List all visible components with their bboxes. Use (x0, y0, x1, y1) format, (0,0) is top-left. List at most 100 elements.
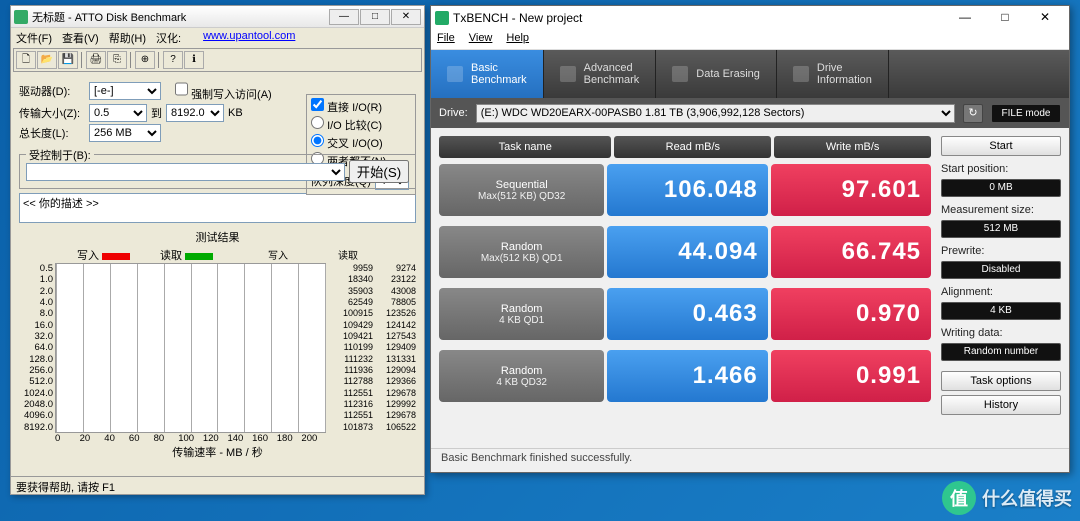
task-name: Random4 KB QD32 (439, 350, 604, 402)
tb-open-icon[interactable]: 📂 (37, 51, 57, 69)
atto-app-icon (14, 10, 28, 24)
result-row: RandomMax(512 KB) QD144.09466.745 (439, 226, 931, 278)
tb-help-icon[interactable]: ? (163, 51, 183, 69)
drive-label: Drive: (439, 107, 468, 119)
controlled-select[interactable] (26, 163, 345, 181)
tb-about-icon[interactable]: ℹ (184, 51, 204, 69)
tx-menu-view[interactable]: View (469, 32, 493, 47)
xfer-to-select[interactable]: 8192.0 (166, 104, 224, 122)
disk-icon (793, 66, 809, 82)
write-value: 0.991 (771, 350, 931, 402)
tx-menubar: File View Help (431, 30, 1069, 50)
write-value: 66.745 (771, 226, 931, 278)
total-len-select[interactable]: 256 MB (89, 124, 161, 142)
tb-start-icon[interactable]: ⊕ (135, 51, 155, 69)
write-value: 0.970 (771, 288, 931, 340)
direct-io-checkbox[interactable] (311, 98, 324, 111)
tx-min-button[interactable]: — (945, 7, 985, 29)
tx-results-table: Task name Read mB/s Write mB/s Sequentia… (439, 136, 931, 440)
results-title: 测试结果 (19, 229, 416, 245)
wdata-label: Writing data: (941, 327, 1061, 339)
io-compare-radio[interactable] (311, 116, 324, 129)
task-name: RandomMax(512 KB) QD1 (439, 226, 604, 278)
menu-help[interactable]: 帮助(H) (109, 30, 146, 44)
prewrite-label: Prewrite: (941, 245, 1061, 257)
result-row: Random4 KB QD10.4630.970 (439, 288, 931, 340)
tab-basic-benchmark[interactable]: Basic Benchmark (431, 50, 544, 98)
xfer-from-select[interactable]: 0.5 (89, 104, 147, 122)
erase-icon (672, 66, 688, 82)
drive-select[interactable]: [-e-] (89, 82, 161, 100)
wdata-value[interactable]: Random number (941, 343, 1061, 361)
tx-side-panel: Start Start position: 0 MB Measurement s… (941, 136, 1061, 440)
task-options-button[interactable]: Task options (941, 371, 1061, 391)
read-value: 1.466 (607, 350, 767, 402)
task-name: Random4 KB QD1 (439, 288, 604, 340)
align-value[interactable]: 4 KB (941, 302, 1061, 320)
tab-advanced-benchmark[interactable]: Advanced Benchmark (544, 50, 657, 98)
tx-close-button[interactable]: ✕ (1025, 7, 1065, 29)
history-button[interactable]: History (941, 395, 1061, 415)
tx-title-text: TxBENCH - New project (453, 11, 945, 25)
align-label: Alignment: (941, 286, 1061, 298)
minimize-button[interactable]: — (329, 9, 359, 25)
atto-titlebar[interactable]: 无标题 - ATTO Disk Benchmark — □ ✕ (11, 6, 424, 28)
col-read: Read mB/s (614, 136, 771, 158)
atto-chart: 0.51.02.04.08.016.032.064.0128.0256.0512… (19, 263, 416, 433)
drive-label: 驱动器(D): (19, 83, 85, 99)
start-button[interactable]: Start (941, 136, 1061, 156)
tx-statusbar: Basic Benchmark finished successfully. (431, 448, 1069, 470)
atto-statusbar: 要获得帮助, 请按 F1 (11, 476, 424, 494)
file-mode-button[interactable]: FILE mode (991, 104, 1061, 123)
overlap-io-radio[interactable] (311, 134, 324, 147)
read-value: 0.463 (607, 288, 767, 340)
atto-menubar: 文件(F) 查看(V) 帮助(H) 汉化: www.upantool.com (11, 28, 424, 46)
result-row: Random4 KB QD321.4660.991 (439, 350, 931, 402)
col-write: Write mB/s (774, 136, 931, 158)
gauge-icon (447, 66, 463, 82)
legend-read: 读取 (160, 247, 213, 263)
tx-drive-bar: Drive: (E:) WDC WD20EARX-00PASB0 1.81 TB… (431, 98, 1069, 128)
read-value: 44.094 (607, 226, 767, 278)
start-button[interactable]: 开始(S) (349, 160, 409, 183)
refresh-button[interactable]: ↻ (963, 104, 983, 123)
atto-toolbar: 🗋 📂 💾 🖨 ⎘ ⊕ ? ℹ (13, 48, 422, 72)
force-write-checkbox[interactable] (175, 80, 188, 98)
description-box[interactable]: << 你的描述 >> (19, 193, 416, 223)
tb-new-icon[interactable]: 🗋 (16, 51, 36, 69)
prewrite-value[interactable]: Disabled (941, 261, 1061, 279)
tx-tabs: Basic Benchmark Advanced Benchmark Data … (431, 50, 1069, 98)
xfer-size-label: 传输大小(Z): (19, 105, 85, 121)
xfer-unit: KB (228, 107, 243, 119)
watermark-badge: 值 (942, 481, 976, 515)
watermark-text: 什么值得买 (982, 485, 1072, 511)
tab-drive-information[interactable]: Drive Information (777, 50, 889, 98)
menu-file[interactable]: 文件(F) (16, 30, 52, 44)
force-label: 强制写入访问(A) (191, 89, 272, 101)
tb-save-icon[interactable]: 💾 (58, 51, 78, 69)
controlled-label: 受控制于(B): (26, 147, 94, 163)
write-value: 97.601 (771, 164, 931, 216)
meas-label: Measurement size: (941, 204, 1061, 216)
tx-menu-help[interactable]: Help (506, 32, 529, 47)
tb-copy-icon[interactable]: ⎘ (107, 51, 127, 69)
tx-titlebar[interactable]: TxBENCH - New project — □ ✕ (431, 6, 1069, 30)
drive-select[interactable]: (E:) WDC WD20EARX-00PASB0 1.81 TB (3,906… (476, 104, 955, 123)
legend-write: 写入 (77, 247, 130, 263)
txbench-window: TxBENCH - New project — □ ✕ File View He… (430, 5, 1070, 473)
meas-value[interactable]: 512 MB (941, 220, 1061, 238)
close-button[interactable]: ✕ (391, 9, 421, 25)
xaxis-label: 传输速率 - MB / 秒 (19, 444, 416, 460)
startpos-value[interactable]: 0 MB (941, 179, 1061, 197)
total-len-label: 总长度(L): (19, 125, 85, 141)
tab-data-erasing[interactable]: Data Erasing (656, 50, 777, 98)
tx-menu-file[interactable]: File (437, 32, 455, 47)
menu-view[interactable]: 查看(V) (62, 30, 99, 44)
tx-max-button[interactable]: □ (985, 7, 1025, 29)
task-name: SequentialMax(512 KB) QD32 (439, 164, 604, 216)
hanhua-link[interactable]: www.upantool.com (203, 30, 295, 44)
atto-window: 无标题 - ATTO Disk Benchmark — □ ✕ 文件(F) 查看… (10, 5, 425, 495)
hanhua-label: 汉化: (156, 30, 181, 44)
tb-print-icon[interactable]: 🖨 (86, 51, 106, 69)
maximize-button[interactable]: □ (360, 9, 390, 25)
